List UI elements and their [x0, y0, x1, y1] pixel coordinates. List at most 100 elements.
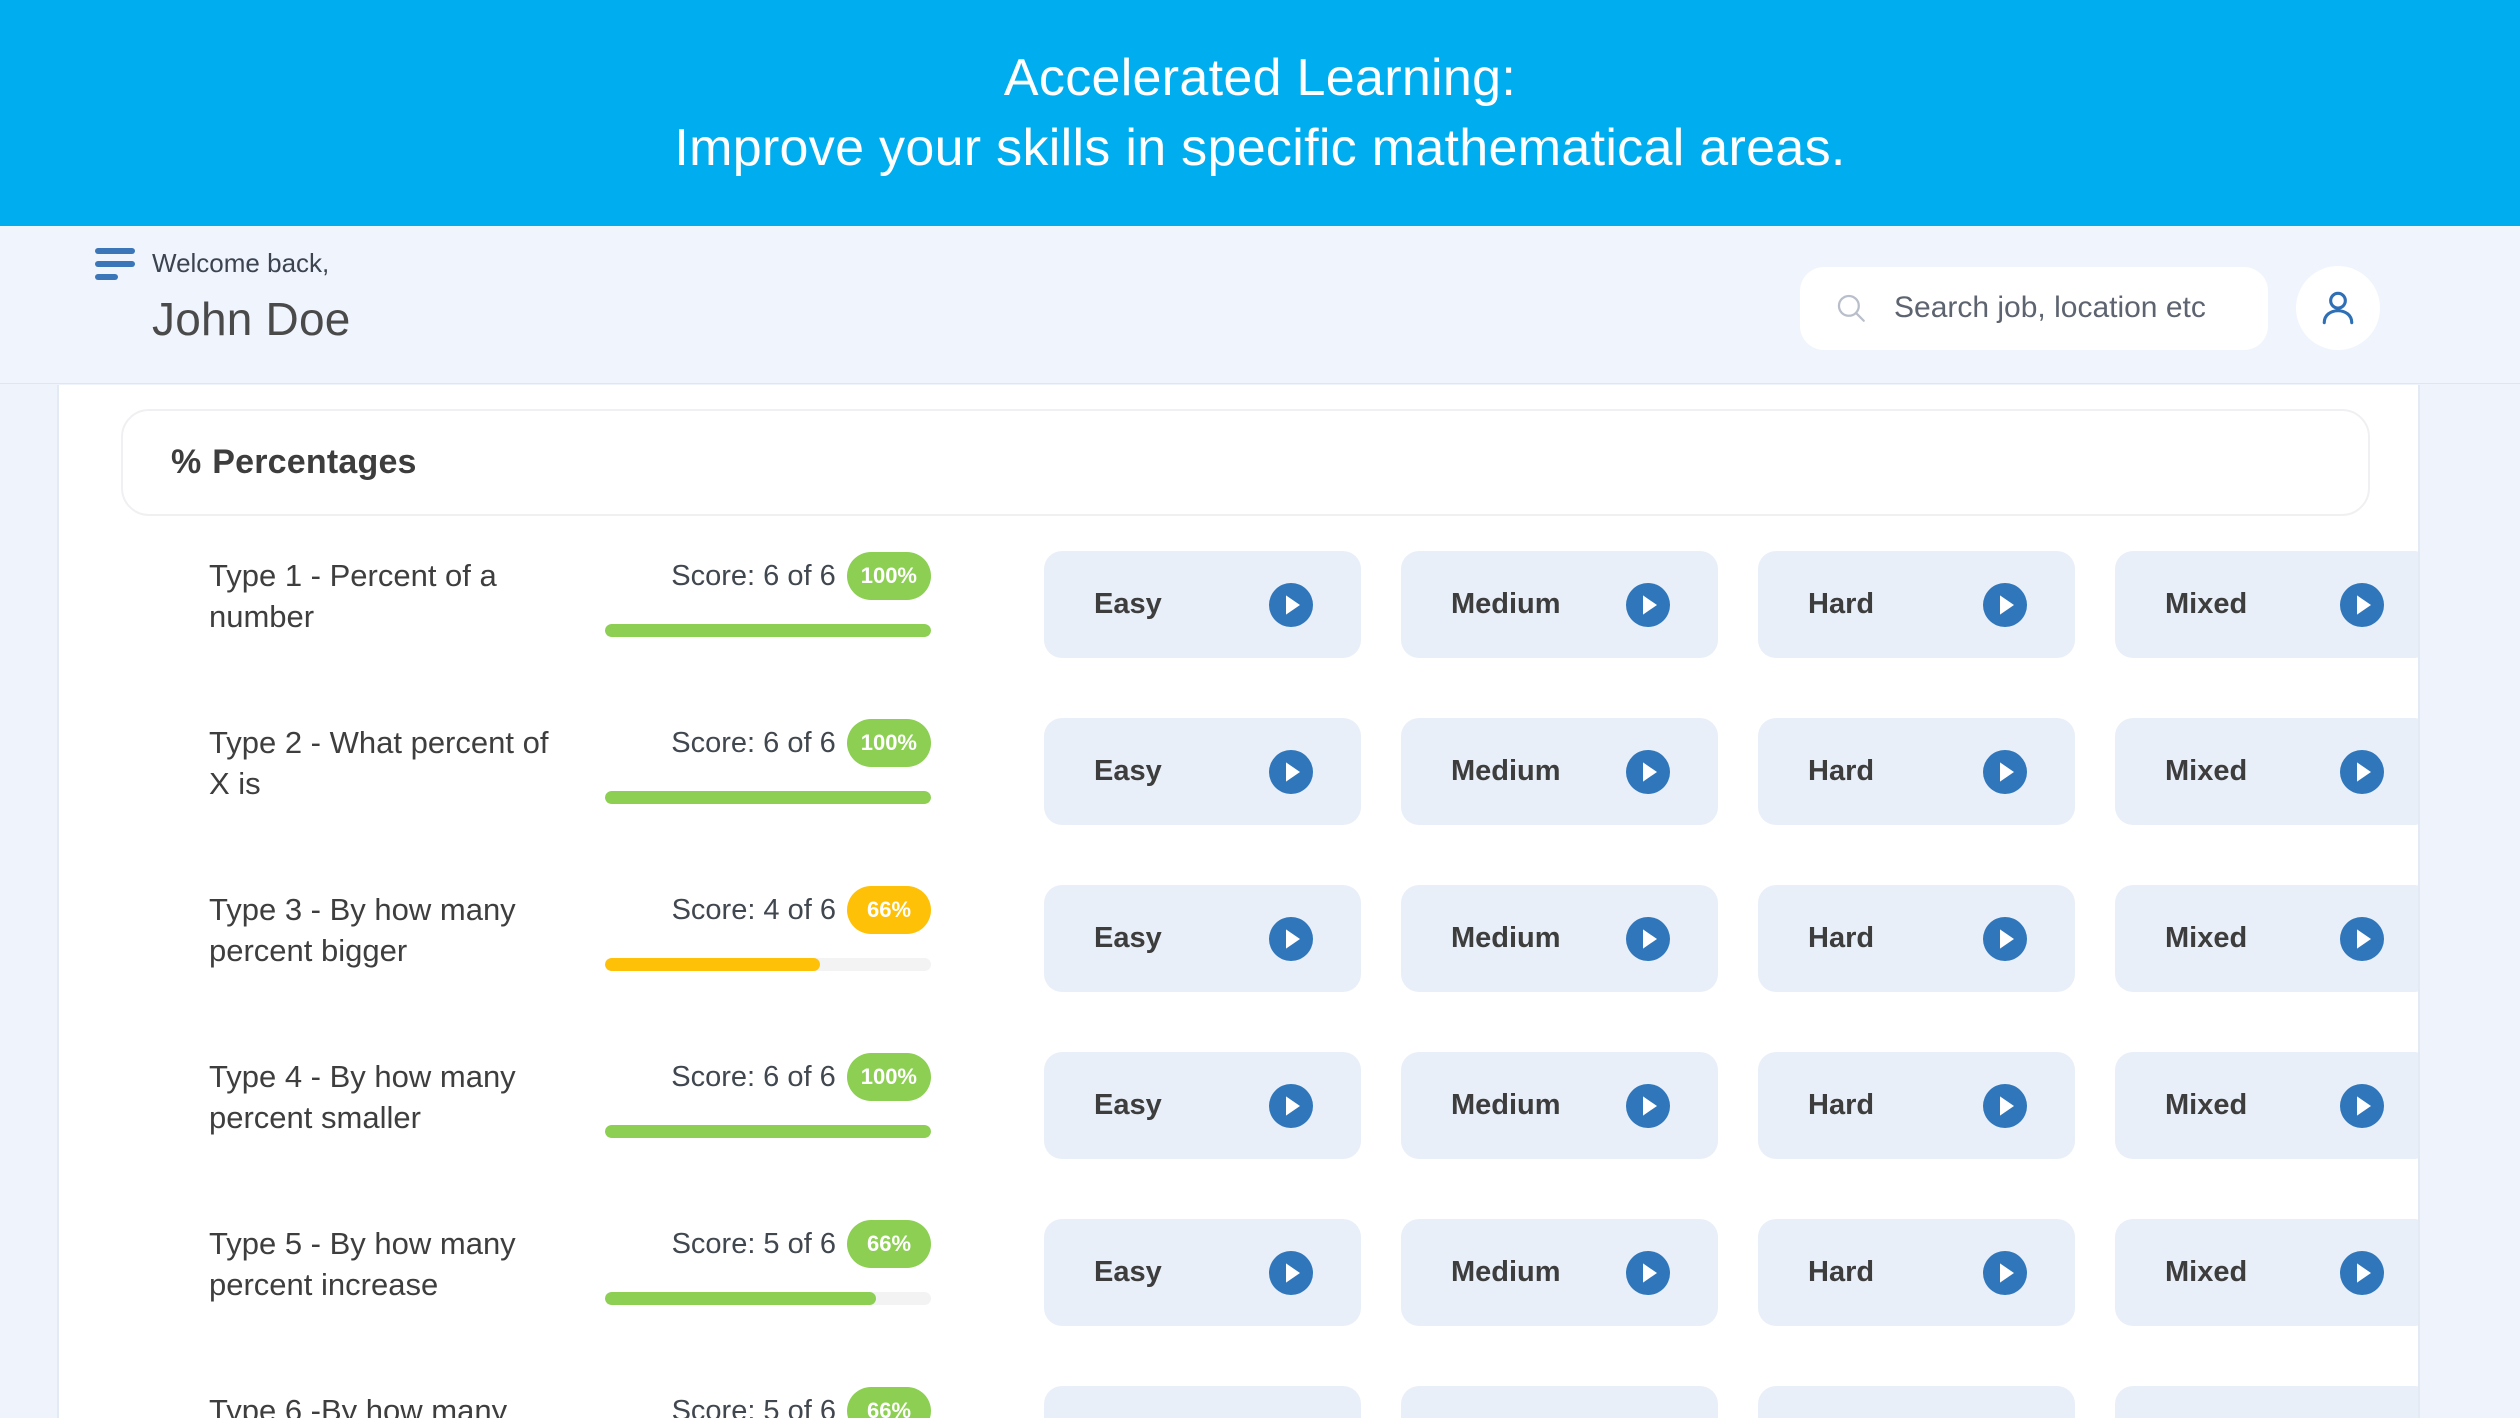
- row-title: Type 2 - What percent of X is: [209, 725, 549, 801]
- play-circle-icon: [2340, 1083, 2384, 1128]
- hard-button[interactable]: Hard: [1758, 551, 2075, 658]
- hard-button[interactable]: Hard: [1758, 1386, 2075, 1418]
- difficulty-buttons: Easy Medium Hard Mixed: [931, 1202, 2418, 1326]
- user-name: John Doe: [152, 293, 351, 345]
- score-line: Score: 5 of 6 66%: [672, 1387, 931, 1418]
- medium-label: Medium: [1451, 588, 1561, 620]
- hard-label: Hard: [1808, 1256, 1875, 1288]
- medium-button[interactable]: Medium: [1401, 551, 1718, 658]
- status-badge: 100%: [846, 552, 931, 600]
- play-circle-icon: [1626, 916, 1670, 961]
- medium-button[interactable]: Medium: [1401, 718, 1718, 825]
- easy-button[interactable]: Easy: [1044, 1386, 1361, 1418]
- score-column: Score: 5 of 6 66%: [559, 1369, 931, 1418]
- mixed-button[interactable]: Mixed: [2115, 551, 2418, 658]
- progress-bar: [605, 1292, 931, 1305]
- table-row: Type 1 - Percent of a number Score: 6 of…: [59, 534, 2418, 701]
- mixed-button[interactable]: Mixed: [2115, 718, 2418, 825]
- easy-label: Easy: [1094, 755, 1162, 787]
- banner-title-line-1: Accelerated Learning:: [1003, 48, 1517, 107]
- hard-button[interactable]: Hard: [1758, 1219, 2075, 1326]
- hero-banner: Accelerated Learning: Improve your skill…: [0, 0, 2520, 226]
- score-line: Score: 6 of 6 100%: [671, 552, 931, 600]
- section-title: Percentages: [212, 443, 417, 481]
- hard-button[interactable]: Hard: [1758, 1052, 2075, 1159]
- hamburger-bar-1: [95, 248, 135, 254]
- difficulty-buttons: Easy Medium Hard Mixed: [931, 534, 2418, 658]
- table-row: Type 4 - By how many percent smaller Sco…: [59, 1035, 2418, 1202]
- mixed-label: Mixed: [2165, 588, 2248, 620]
- easy-label: Easy: [1094, 588, 1162, 620]
- hard-button[interactable]: Hard: [1758, 885, 2075, 992]
- progress-bar-fill: [605, 1125, 931, 1138]
- hard-button[interactable]: Hard: [1758, 718, 2075, 825]
- mixed-button[interactable]: Mixed: [2115, 1386, 2418, 1418]
- status-badge: 66%: [847, 886, 931, 934]
- play-circle-icon: [1269, 1083, 1313, 1128]
- mixed-button[interactable]: Mixed: [2115, 1052, 2418, 1159]
- status-badge: 100%: [846, 1053, 931, 1101]
- play-circle-icon: [2340, 916, 2384, 961]
- avatar[interactable]: [2296, 266, 2380, 350]
- progress-bar: [605, 791, 931, 804]
- progress-bar-fill: [605, 1292, 876, 1305]
- progress-bar: [605, 1125, 931, 1138]
- mixed-button[interactable]: Mixed: [2115, 885, 2418, 992]
- play-circle-icon: [1626, 1250, 1670, 1295]
- row-title: Type 3 - By how many percent bigger: [209, 892, 516, 968]
- medium-button[interactable]: Medium: [1401, 1386, 1718, 1418]
- play-circle-icon: [1269, 1250, 1313, 1295]
- search-input[interactable]: Search job, location etc: [1800, 266, 2268, 350]
- difficulty-buttons: Easy Medium Hard Mixed: [931, 701, 2418, 825]
- percent-icon: %: [171, 443, 202, 481]
- hamburger-icon[interactable]: [95, 246, 135, 280]
- medium-label: Medium: [1451, 922, 1561, 954]
- easy-button[interactable]: Easy: [1044, 1052, 1361, 1159]
- welcome-row: Welcome back,: [95, 246, 351, 280]
- play-circle-icon: [1983, 582, 2027, 627]
- search-icon: [1837, 294, 1865, 322]
- play-circle-icon: [1626, 582, 1670, 627]
- row-title: Type 1 - Percent of a number: [209, 558, 497, 634]
- table-row: Type 6 -By how many Score: 5 of 6 66% Ea…: [59, 1369, 2418, 1418]
- easy-label: Easy: [1094, 1256, 1162, 1288]
- row-title: Type 4 - By how many percent smaller: [209, 1059, 516, 1135]
- hamburger-bar-2: [95, 261, 135, 267]
- progress-bar: [605, 958, 931, 971]
- header-right: Search job, location etc: [1800, 266, 2380, 350]
- progress-bar-fill: [605, 624, 931, 637]
- score-line: Score: 5 of 6 66%: [672, 1220, 931, 1268]
- easy-button[interactable]: Easy: [1044, 551, 1361, 658]
- medium-button[interactable]: Medium: [1401, 1219, 1718, 1326]
- play-circle-icon: [1983, 749, 2027, 794]
- easy-label: Easy: [1094, 922, 1162, 954]
- play-circle-icon: [2340, 582, 2384, 627]
- play-circle-icon: [2340, 1250, 2384, 1295]
- topic-row-list: Type 1 - Percent of a number Score: 6 of…: [59, 516, 2418, 1418]
- banner-title-line-2: Improve your skills in specific mathemat…: [674, 119, 1846, 177]
- status-badge: 100%: [846, 719, 931, 767]
- play-circle-icon: [1626, 749, 1670, 794]
- medium-button[interactable]: Medium: [1401, 1052, 1718, 1159]
- status-badge: 66%: [847, 1387, 931, 1418]
- play-circle-icon: [1269, 749, 1313, 794]
- medium-label: Medium: [1451, 1256, 1561, 1288]
- easy-button[interactable]: Easy: [1044, 1219, 1361, 1326]
- score-line: Score: 4 of 6 66%: [672, 886, 931, 934]
- score-column: Score: 6 of 6 100%: [559, 1035, 931, 1138]
- mixed-label: Mixed: [2165, 1256, 2248, 1288]
- easy-button[interactable]: Easy: [1044, 885, 1361, 992]
- hard-label: Hard: [1808, 922, 1875, 954]
- play-circle-icon: [2340, 749, 2384, 794]
- score-text: Score: 6 of 6: [671, 726, 836, 759]
- hard-label: Hard: [1808, 755, 1875, 787]
- medium-button[interactable]: Medium: [1401, 885, 1718, 992]
- hamburger-bar-3: [95, 274, 118, 280]
- difficulty-buttons: Easy Medium Hard Mixed: [931, 868, 2418, 992]
- row-title: Type 6 -By how many: [209, 1393, 508, 1418]
- progress-bar-fill: [605, 958, 821, 971]
- section-header-card: % Percentages: [121, 409, 2370, 516]
- mixed-button[interactable]: Mixed: [2115, 1219, 2418, 1326]
- easy-button[interactable]: Easy: [1044, 718, 1361, 825]
- play-circle-icon: [1983, 1250, 2027, 1295]
